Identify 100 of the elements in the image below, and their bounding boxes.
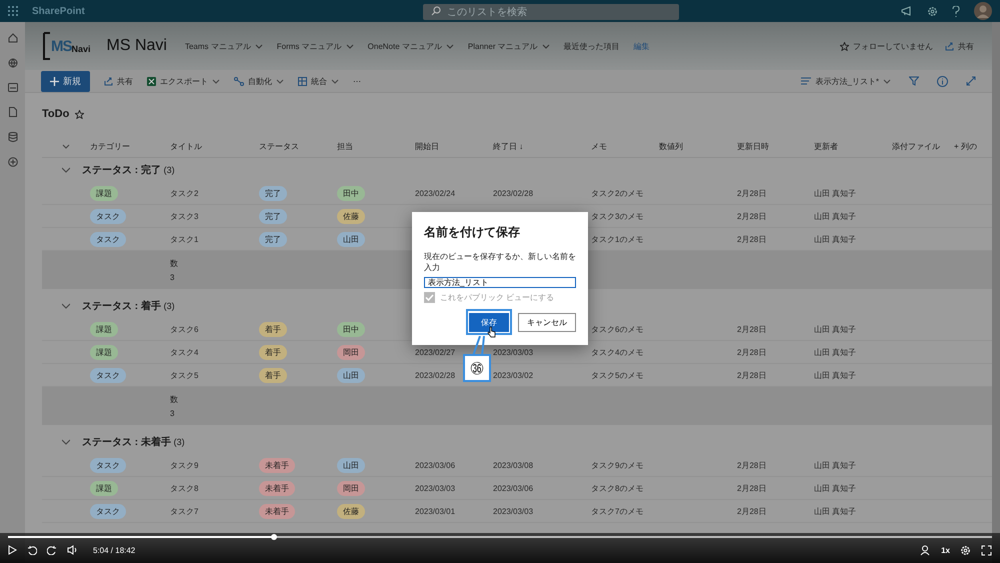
database-icon[interactable] — [8, 132, 18, 142]
chevron-down-icon[interactable] — [62, 302, 70, 310]
document-icon[interactable] — [8, 107, 16, 117]
play-icon[interactable] — [8, 545, 17, 555]
save-button[interactable]: 保存 — [469, 313, 509, 332]
table-cell: タスク7のメモ — [591, 506, 644, 516]
dialog-title: 名前を付けて保存 — [424, 224, 521, 241]
nav-menu-item[interactable]: Forms マニュアル — [276, 40, 354, 52]
chevron-down-icon[interactable] — [62, 438, 70, 446]
avatar-icon[interactable] — [974, 2, 992, 20]
megaphone-icon[interactable] — [901, 6, 913, 16]
info-icon[interactable] — [937, 76, 948, 86]
app-launcher-icon[interactable] — [8, 6, 18, 16]
table-cell: タスク3のメモ — [591, 212, 644, 220]
view-switcher[interactable]: 表示方法_リスト* — [801, 76, 891, 86]
group-header: ステータス : 着手 (3) — [82, 299, 175, 313]
column-header[interactable]: ステータス — [259, 142, 299, 150]
column-header[interactable]: 更新者 — [814, 142, 838, 150]
column-header[interactable]: + 列の — [954, 142, 977, 150]
chevron-down-icon[interactable] — [62, 166, 70, 174]
column-header[interactable]: 数値列 — [659, 142, 683, 150]
new-button[interactable]: 新規 — [41, 70, 90, 92]
column-header[interactable]: タイトル — [170, 142, 202, 150]
share-button[interactable]: 共有 — [104, 76, 133, 86]
expand-icon[interactable] — [966, 76, 976, 86]
export-button[interactable]: エクスポート — [147, 76, 220, 86]
star-icon[interactable] — [75, 110, 84, 118]
playback-speed-button[interactable]: 1x — [941, 546, 950, 554]
table-cell: 山田 真知子 — [814, 324, 856, 334]
table-cell: 山田 真知子 — [814, 370, 856, 380]
table-cell: タスク9のメモ — [591, 460, 644, 470]
column-header[interactable]: 開始日 — [415, 142, 439, 150]
fullscreen-icon[interactable] — [981, 544, 992, 556]
chevron-down-icon — [346, 44, 354, 48]
nav-menu-item[interactable]: Planner マニュアル — [468, 40, 550, 52]
assignee-tag: 田中 — [337, 322, 365, 336]
category-tag: タスク — [90, 208, 126, 224]
table-cell: タスク9 — [170, 460, 198, 470]
table-cell: タスク4のメモ — [591, 348, 644, 356]
share-button[interactable]: 共有 — [945, 40, 974, 52]
chevron-down-icon — [883, 78, 891, 84]
column-header[interactable]: 担当 — [337, 142, 353, 150]
count-value: 3 — [170, 409, 174, 418]
site-title[interactable]: MS Navi — [106, 37, 167, 55]
table-cell: 2023/03/03 — [415, 484, 456, 492]
chevron-down-icon[interactable] — [62, 144, 70, 148]
table-cell: タスク4 — [170, 348, 198, 356]
assignee-tag: 岡田 — [337, 344, 365, 360]
group-header: ステータス : 未着手 (3) — [82, 435, 185, 449]
assignee-tag: 岡田 — [337, 480, 365, 496]
app-name[interactable]: SharePoint — [32, 6, 85, 16]
column-header[interactable]: 更新日時 — [737, 142, 769, 150]
home-icon[interactable] — [8, 33, 18, 43]
search-field[interactable]: このリストを検索 — [422, 4, 679, 20]
help-icon[interactable] — [952, 6, 960, 16]
table-cell: 2月28日 — [737, 484, 766, 492]
column-header[interactable]: 終了日 ↓ — [493, 142, 524, 150]
table-cell: 2023/03/06 — [415, 460, 456, 470]
nav-menu-item[interactable]: 最近使った項目 — [564, 40, 620, 52]
share-icon — [945, 42, 954, 50]
status-tag: 着手 — [259, 344, 287, 360]
table-cell: 2月28日 — [737, 188, 766, 198]
step-number: ㊱ — [463, 354, 491, 382]
filter-icon[interactable] — [909, 76, 919, 86]
globe-icon[interactable] — [8, 58, 18, 68]
person-icon[interactable] — [920, 544, 932, 556]
chevron-down-icon — [331, 78, 339, 84]
dialog-description: 現在のビューを保存するか、新しい名前を入力 — [424, 251, 576, 273]
nav-menu-item[interactable]: Teams マニュアル — [184, 40, 263, 52]
column-header[interactable]: 添付ファイル — [892, 142, 940, 150]
table-cell: 山田 真知子 — [814, 506, 856, 516]
star-icon — [840, 42, 849, 50]
site-logo[interactable]: MSNavi — [43, 32, 91, 60]
forward-icon[interactable] — [47, 545, 57, 555]
nav-menu-item[interactable]: OneNote マニュアル — [368, 40, 454, 52]
status-tag: 着手 — [259, 368, 287, 382]
more-button[interactable]: ⋯ — [353, 76, 361, 86]
column-header[interactable]: メモ — [591, 142, 607, 150]
progress-thumb[interactable] — [270, 534, 277, 540]
count-label: 数 — [170, 258, 178, 269]
assignee-tag: 山田 — [337, 232, 365, 246]
status-tag: 着手 — [259, 322, 287, 336]
chevron-down-icon — [542, 44, 550, 48]
rewind-icon[interactable] — [27, 545, 37, 555]
follow-button[interactable]: フォローしていません — [840, 40, 933, 52]
automate-button[interactable]: 自動化 — [234, 76, 284, 86]
volume-icon[interactable] — [67, 545, 79, 555]
view-name-field[interactable]: 表示方法_リスト — [424, 277, 576, 288]
lines-icon — [801, 77, 812, 85]
chevron-down-icon — [254, 44, 263, 48]
cancel-button[interactable]: キャンセル — [518, 312, 576, 332]
news-icon[interactable] — [8, 83, 18, 92]
category-tag: 課題 — [90, 322, 118, 336]
spreadsheet-icon — [147, 76, 156, 86]
flow-icon — [234, 76, 244, 86]
integrate-button[interactable]: 統合 — [298, 76, 339, 86]
status-tag: 完了 — [259, 186, 287, 200]
table-cell: 山田 真知子 — [814, 188, 856, 198]
column-header[interactable]: カテゴリー — [90, 142, 130, 150]
add-icon[interactable] — [8, 157, 18, 167]
